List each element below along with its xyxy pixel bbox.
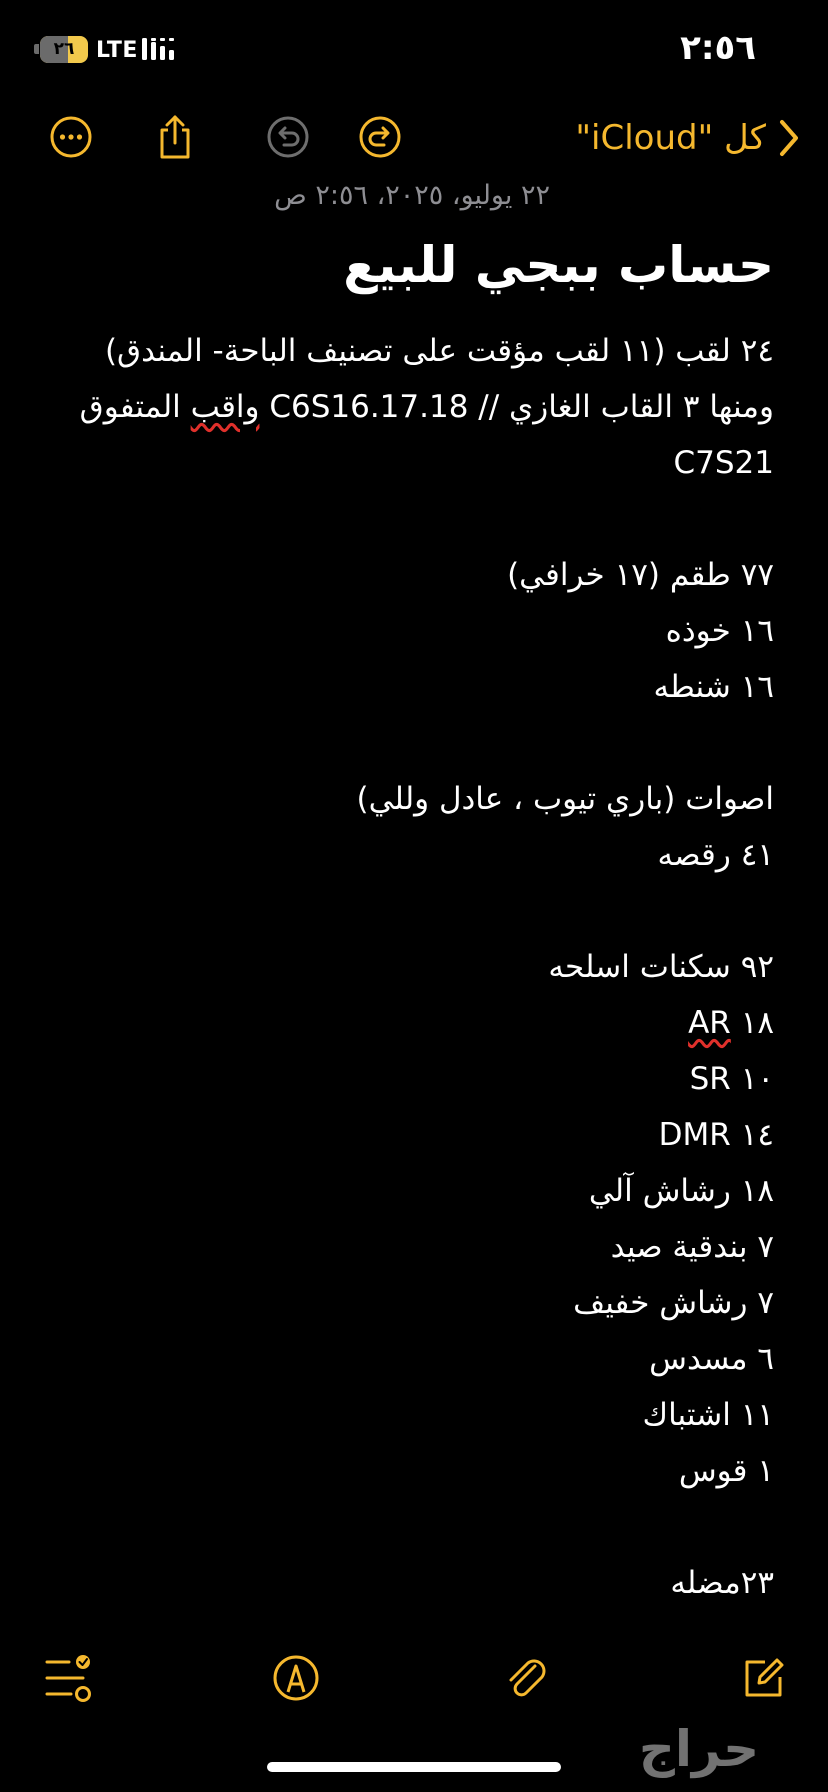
home-indicator[interactable]	[267, 1762, 561, 1772]
compose-icon[interactable]	[738, 1652, 790, 1704]
note-body[interactable]: ٢٤ لقب (١١ لقب مؤقت على تصنيف الباحة- ال…	[34, 323, 774, 1611]
note-line: ٤١ رقصه	[657, 837, 774, 873]
status-time: ٢:٥٦	[680, 28, 756, 68]
note-line: ١٦ شنطه	[653, 669, 774, 705]
note-text: ١٤	[740, 1117, 774, 1153]
note-text: المتفوق	[79, 389, 181, 425]
battery-icon: ٢٦	[40, 36, 88, 63]
misspelled-word: AR	[688, 1005, 731, 1041]
back-button-label: كل "iCloud"	[575, 118, 766, 158]
note-text: ١٠	[740, 1061, 774, 1097]
undo-icon[interactable]	[265, 114, 311, 160]
status-bar: ٢٦ LTE ٢:٥٦	[0, 0, 828, 100]
bottom-toolbar	[0, 1640, 828, 1720]
share-icon[interactable]	[152, 114, 198, 160]
note-date: ٢٢ يوليو، ٢٠٢٥، ٢:٥٦ ص	[274, 180, 550, 211]
note-title[interactable]: حساب ببجي للبيع	[343, 236, 774, 294]
note-line: ١٦ خوذه	[665, 613, 774, 649]
more-icon[interactable]	[48, 114, 94, 160]
note-line: ١١ اشتباك	[642, 1397, 774, 1433]
checklist-icon[interactable]	[42, 1652, 94, 1704]
navigation-bar: كل "iCloud"	[0, 100, 828, 190]
note-text: C6S16.17.18	[269, 389, 469, 425]
note-blank-line	[34, 1499, 774, 1555]
attachment-icon[interactable]	[500, 1652, 552, 1704]
battery-level: ٢٦	[53, 39, 75, 59]
haraj-watermark-logo: حراج	[639, 1720, 759, 1779]
note-line: ومنها ٣ القاب الغازي C6S16.17.18 // واقب…	[34, 379, 774, 435]
note-text: ١٨	[740, 1005, 774, 1041]
note-text: //	[478, 389, 500, 425]
note-blank-line	[34, 491, 774, 547]
signal-icon	[142, 38, 174, 60]
note-line: ٧ بندقية صيد	[610, 1229, 774, 1265]
battery-nub	[34, 44, 39, 54]
note-line: ٦ مسدس	[649, 1341, 774, 1377]
network-type: LTE	[96, 38, 138, 63]
note-line: اصوات (باري تيوب ، عادل وللي)	[356, 781, 775, 817]
note-line: ١٨ رشاش آلي	[588, 1173, 774, 1209]
note-text: ومنها ٣ القاب الغازي	[509, 389, 774, 425]
note-line: ٢٣مضله	[670, 1565, 774, 1601]
back-button[interactable]: كل "iCloud"	[575, 116, 800, 160]
note-line: ٧ رشاش خفيف	[573, 1285, 774, 1321]
note-blank-line	[34, 883, 774, 939]
note-line: C7S21	[673, 445, 775, 481]
note-line: ٩٢ سكنات اسلحه	[548, 949, 774, 985]
chevron-right-icon	[780, 120, 798, 156]
note-line: ١٤ DMR	[34, 1107, 774, 1163]
markup-icon[interactable]	[270, 1652, 322, 1704]
note-blank-line	[34, 715, 774, 771]
note-line: ١٨ AR	[34, 995, 774, 1051]
misspelled-word: واقب	[190, 389, 260, 425]
note-text: DMR	[658, 1117, 731, 1153]
note-line: ١ قوس	[678, 1453, 774, 1489]
note-line: ٧٧ طقم (١٧ خرافي)	[507, 557, 774, 593]
svg-text:حراج: حراج	[639, 1720, 759, 1779]
redo-icon[interactable]	[357, 114, 403, 160]
note-text: SR	[689, 1061, 731, 1097]
note-line: ١٠ SR	[34, 1051, 774, 1107]
note-line: ٢٤ لقب (١١ لقب مؤقت على تصنيف الباحة- ال…	[104, 333, 774, 369]
